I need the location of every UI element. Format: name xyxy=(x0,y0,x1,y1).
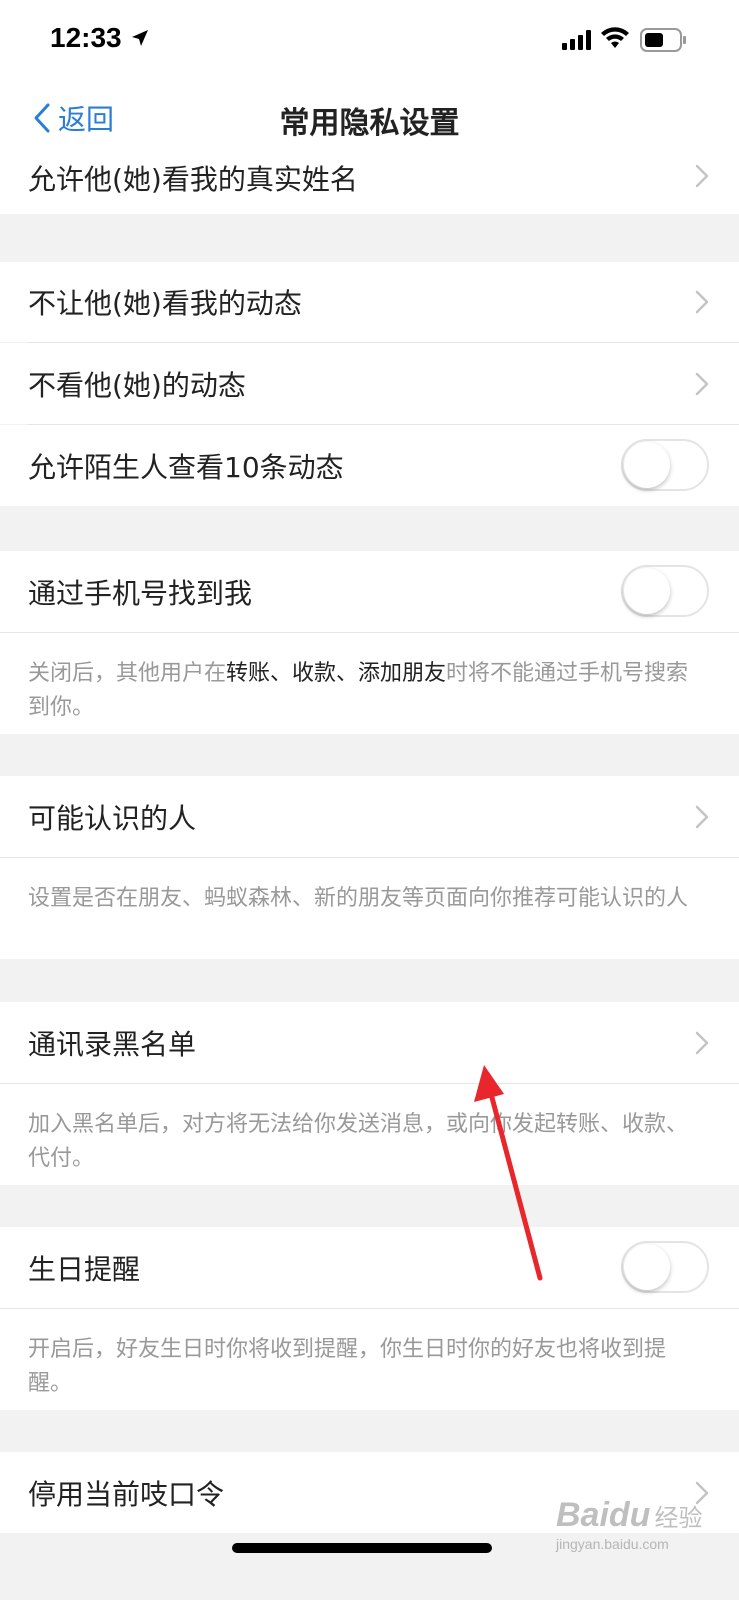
row-label: 可能认识的人 xyxy=(28,801,197,835)
signal-icon xyxy=(562,30,591,50)
row-stranger-feed: 允许陌生人查看10条动态 xyxy=(0,425,739,506)
find-by-phone-toggle[interactable] xyxy=(621,565,709,617)
wifi-icon xyxy=(601,27,629,48)
note-text: 加入黑名单后，对方将无法给你发送消息，或向你发起转账、收款、代付。 xyxy=(28,1112,689,1171)
stranger-feed-toggle[interactable] xyxy=(621,439,709,491)
row-people-may-know[interactable]: 可能认识的人 xyxy=(0,776,739,857)
status-bar: 12:33 xyxy=(0,0,739,80)
toggle-knob xyxy=(624,1244,670,1290)
blacklist-note: 加入黑名单后，对方将无法给你发送消息，或向你发起转账、收款、代付。 xyxy=(0,1084,739,1185)
chevron-right-icon xyxy=(695,372,709,395)
status-time: 12:33 xyxy=(50,22,122,53)
battery-icon xyxy=(640,28,686,52)
birthday-reminder-toggle[interactable] xyxy=(621,1241,709,1293)
toggle-knob xyxy=(624,568,670,614)
toggle-knob xyxy=(624,442,670,488)
row-label: 不看他(她)的动态 xyxy=(28,368,246,402)
note-text: 设置是否在朋友、蚂蚁森林、新的朋友等页面向你推荐可能认识的人 xyxy=(28,886,689,911)
chevron-right-icon xyxy=(695,164,709,188)
chevron-right-icon xyxy=(695,1031,709,1054)
row-label: 停用当前吱口令 xyxy=(28,1477,225,1511)
location-arrow-icon xyxy=(132,30,148,46)
watermark-brand: Baidu xyxy=(556,1496,651,1534)
row-not-see-feed[interactable]: 不看他(她)的动态 xyxy=(0,343,739,424)
row-real-name[interactable]: 允许他(她)看我的真实姓名 xyxy=(0,156,739,214)
row-label: 不让他(她)看我的动态 xyxy=(28,287,302,320)
baidu-watermark: Baidu 经验 jingyan.baidu.com xyxy=(556,1496,703,1552)
people-may-know-note: 设置是否在朋友、蚂蚁森林、新的朋友等页面向你推荐可能认识的人 xyxy=(0,858,739,959)
chevron-right-icon xyxy=(695,805,709,828)
row-label: 允许他(她)看我的真实姓名 xyxy=(28,163,358,196)
row-find-by-phone: 通过手机号找到我 xyxy=(0,551,739,632)
chevron-right-icon xyxy=(695,290,709,314)
find-by-phone-note: 关闭后，其他用户在转账、收款、添加朋友时将不能通过手机号搜索到你。 xyxy=(0,633,739,734)
row-label: 允许陌生人查看10条动态 xyxy=(28,450,344,484)
note-highlight: 转账、收款、添加朋友 xyxy=(226,661,447,686)
row-birthday-reminder: 生日提醒 xyxy=(0,1227,739,1308)
birthday-note: 开启后，好友生日时你将收到提醒，你生日时你的好友也将收到提醒。 xyxy=(0,1309,739,1410)
watermark-sub: 经验 xyxy=(654,1505,703,1532)
note-text: 开启后，好友生日时你将收到提醒，你生日时你的好友也将收到提醒。 xyxy=(28,1337,667,1396)
row-label: 生日提醒 xyxy=(28,1252,141,1286)
note-text: 关闭后，其他用户在 xyxy=(28,661,227,686)
page-title: 常用隐私设置 xyxy=(279,106,460,141)
home-indicator xyxy=(232,1543,492,1553)
row-contacts-blacklist[interactable]: 通讯录黑名单 xyxy=(0,1002,739,1083)
row-hide-my-feed[interactable]: 不让他(她)看我的动态 xyxy=(0,262,739,342)
watermark-url: jingyan.baidu.com xyxy=(556,1536,669,1552)
row-label: 通过手机号找到我 xyxy=(28,576,253,610)
annotation-arrow-icon xyxy=(474,1065,543,1281)
row-label: 通讯录黑名单 xyxy=(28,1027,197,1061)
nav-bar: 返回 常用隐私设置 xyxy=(0,80,739,156)
